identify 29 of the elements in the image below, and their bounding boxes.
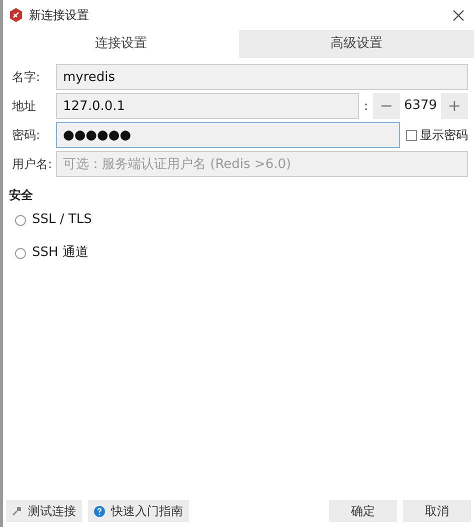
decrement-button[interactable]: − xyxy=(373,93,400,119)
close-icon[interactable] xyxy=(453,10,464,20)
radio-button[interactable] xyxy=(15,214,26,226)
dialog-button[interactable]: 取消 xyxy=(403,500,471,522)
password-field[interactable]: ●●●●●● xyxy=(56,122,400,148)
footer-button[interactable]: 测试连接 xyxy=(6,500,82,522)
tab[interactable]: 高级设置 xyxy=(238,30,474,58)
dialog-button[interactable]: 确定 xyxy=(329,500,397,522)
field-label: 密码: xyxy=(12,127,42,144)
checkbox-label: 显示密码 xyxy=(420,127,468,144)
section-title: 安全 xyxy=(9,187,34,204)
radio-button[interactable] xyxy=(15,248,26,258)
input-field[interactable]: 127.0.0.1 xyxy=(56,93,359,119)
field-label: 名字: xyxy=(12,69,42,86)
footer-button[interactable]: 快速入门指南 xyxy=(88,500,189,522)
plug-icon xyxy=(12,506,22,516)
port-value[interactable]: 6379 xyxy=(400,96,441,116)
field-label: 地址 xyxy=(12,98,37,115)
help-icon xyxy=(94,506,105,516)
app-logo-icon xyxy=(9,8,23,22)
separator: : xyxy=(362,98,369,115)
input-field[interactable]: 可选：服务端认证用户名 (Redis >6.0) xyxy=(56,151,468,177)
input-field[interactable]: myredis xyxy=(56,64,468,90)
radio-label: SSL / TLS xyxy=(32,211,92,230)
checkbox[interactable] xyxy=(406,130,417,140)
radio-label: SSH 通道 xyxy=(32,244,88,262)
increment-button[interactable]: + xyxy=(441,93,468,119)
field-label: 用户名: xyxy=(12,156,54,173)
window-title: 新连接设置 xyxy=(29,7,89,24)
